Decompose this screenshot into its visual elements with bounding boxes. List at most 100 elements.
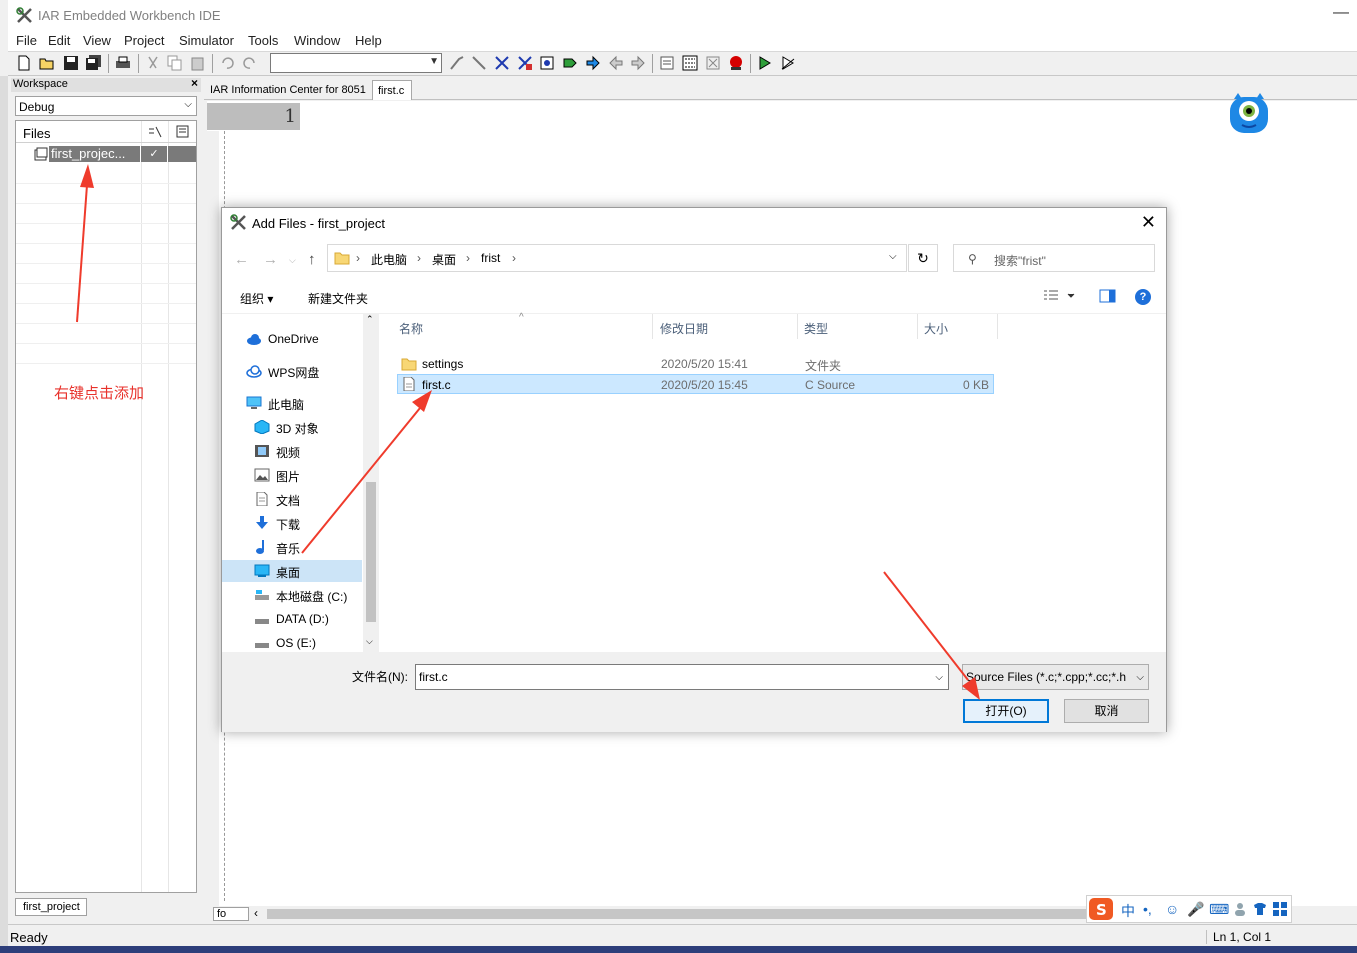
recent-locations-icon[interactable]: ⌵ xyxy=(289,255,296,266)
menu-simulator[interactable]: Simulator xyxy=(179,33,234,48)
ime-skin-icon[interactable] xyxy=(1253,902,1267,916)
find-prev-icon[interactable] xyxy=(471,55,487,71)
nav-item-3d-objects[interactable]: 3D 对象 xyxy=(222,416,362,438)
back-arrow-icon[interactable]: ← xyxy=(234,251,249,268)
workspace-tab[interactable]: first_project xyxy=(15,898,87,916)
tab-first-c[interactable]: first.c xyxy=(372,80,412,100)
download-and-debug-icon[interactable] xyxy=(757,55,773,71)
menu-view[interactable]: View xyxy=(83,33,111,48)
go-to-icon[interactable] xyxy=(517,55,533,71)
nav-item-videos[interactable]: 视频 xyxy=(222,440,362,462)
organize-menu[interactable]: 组织 ▾ xyxy=(240,290,273,307)
file-row-settings[interactable]: settings 2020/5/20 15:41 文件夹 xyxy=(397,354,994,374)
find-in-files-icon[interactable] xyxy=(494,55,510,71)
view-options-icon[interactable] xyxy=(1044,290,1076,302)
nav-item-downloads[interactable]: 下载 xyxy=(222,512,362,534)
forward-arrow-icon[interactable]: → xyxy=(263,251,278,268)
nav-scrollbar[interactable]: ⌃ ⌵ xyxy=(363,314,379,652)
redo-icon[interactable] xyxy=(242,55,258,71)
cut-icon[interactable] xyxy=(145,55,161,71)
print-icon[interactable] xyxy=(115,55,131,71)
navigate-back-icon[interactable] xyxy=(608,55,624,71)
nav-item-pictures[interactable]: 图片 xyxy=(222,464,362,486)
help-icon[interactable]: ? xyxy=(1135,289,1151,305)
refresh-button[interactable]: ↻ xyxy=(908,244,938,272)
column-type[interactable]: 类型 xyxy=(804,320,828,337)
nav-item-desktop[interactable]: 桌面 xyxy=(222,560,362,582)
mascot-icon[interactable] xyxy=(1228,91,1270,135)
menu-edit[interactable]: Edit xyxy=(48,33,70,48)
nav-item-music[interactable]: 音乐 xyxy=(222,536,362,558)
chevron-up-icon[interactable]: ⌃ xyxy=(366,314,374,325)
chevron-down-icon[interactable]: ⌵ xyxy=(889,251,897,262)
ime-user-icon[interactable] xyxy=(1233,902,1247,916)
menu-file[interactable]: File xyxy=(16,33,37,48)
menu-tools[interactable]: Tools xyxy=(248,33,278,48)
debug-without-download-icon[interactable] xyxy=(780,55,796,71)
scroll-left-button[interactable]: ‹ xyxy=(254,906,258,920)
chevron-down-icon[interactable]: ⌵ xyxy=(366,636,373,647)
toggle-breakpoint-icon[interactable] xyxy=(728,55,744,71)
tab-information-center[interactable]: IAR Information Center for 8051 xyxy=(210,84,366,96)
ime-voice[interactable]: 🎤 xyxy=(1187,901,1204,918)
paste-icon[interactable] xyxy=(190,55,206,71)
column-modified[interactable]: 修改日期 xyxy=(660,320,708,337)
chevron-down-icon[interactable]: ⌵ xyxy=(935,672,943,683)
next-bookmark-icon[interactable] xyxy=(562,55,578,71)
nav-item-documents[interactable]: 文档 xyxy=(222,488,362,510)
configuration-select[interactable]: Debug ⌵ xyxy=(15,96,197,116)
column-size[interactable]: 大小 xyxy=(924,320,948,337)
sogou-logo-icon[interactable]: S xyxy=(1089,898,1113,920)
nav-item-drive-d[interactable]: DATA (D:) xyxy=(222,608,362,630)
breadcrumb-frist[interactable]: frist xyxy=(481,251,500,265)
column-name[interactable]: 名称 xyxy=(399,320,423,337)
save-all-icon[interactable] xyxy=(86,55,102,71)
nav-item-onedrive[interactable]: OneDrive xyxy=(222,328,362,350)
ime-punctuation[interactable]: •, xyxy=(1143,901,1152,917)
open-button[interactable]: 打开(O) xyxy=(963,699,1049,723)
address-bar[interactable]: › 此电脑 › 桌面 › frist › ⌵ xyxy=(327,244,907,272)
menu-window[interactable]: Window xyxy=(294,33,340,48)
search-box[interactable]: ⚲ 搜索"frist" xyxy=(953,244,1155,272)
cancel-button[interactable]: 取消 xyxy=(1064,699,1149,723)
ime-toolbar[interactable]: S 中 •, ☺ 🎤 ⌨ xyxy=(1086,895,1292,923)
minimize-button[interactable]: — xyxy=(1333,4,1349,22)
ime-toolbox-icon[interactable] xyxy=(1273,902,1287,916)
new-file-icon[interactable] xyxy=(16,55,32,71)
nav-item-drive-e[interactable]: OS (E:) xyxy=(222,632,362,654)
stop-build-icon[interactable] xyxy=(705,55,721,71)
workspace-file-tree[interactable]: Files first_projec... ✓ 右键点击添加 xyxy=(15,120,197,893)
workspace-close-button[interactable]: × xyxy=(191,76,198,90)
preview-pane-icon[interactable] xyxy=(1099,289,1116,303)
filename-input[interactable]: first.c ⌵ xyxy=(415,664,949,690)
make-icon[interactable] xyxy=(682,55,698,71)
undo-icon[interactable] xyxy=(219,55,235,71)
ime-chinese-mode[interactable]: 中 xyxy=(1121,901,1135,921)
project-tree-item[interactable]: first_projec... ✓ xyxy=(49,146,196,162)
nav-item-wps[interactable]: WPS网盘 xyxy=(222,360,362,382)
new-folder-button[interactable]: 新建文件夹 xyxy=(308,290,368,307)
dialog-close-button[interactable]: ✕ xyxy=(1141,212,1156,233)
nav-scroll-thumb[interactable] xyxy=(366,482,376,622)
breadcrumb-desktop[interactable]: 桌面 xyxy=(432,251,456,268)
save-icon[interactable] xyxy=(63,55,79,71)
function-field[interactable]: fo xyxy=(213,907,249,921)
navigate-forward-icon[interactable] xyxy=(630,55,646,71)
copy-icon[interactable] xyxy=(167,55,183,71)
ime-emoji[interactable]: ☺ xyxy=(1165,901,1179,917)
breadcrumb-this-pc[interactable]: 此电脑 xyxy=(371,251,407,268)
nav-item-drive-c[interactable]: 本地磁盘 (C:) xyxy=(222,584,362,606)
open-folder-icon[interactable] xyxy=(39,55,55,71)
compile-icon[interactable] xyxy=(659,55,675,71)
menu-help[interactable]: Help xyxy=(355,33,382,48)
bookmark-icon[interactable] xyxy=(539,55,555,71)
up-arrow-icon[interactable]: ↑ xyxy=(308,251,316,268)
file-row-first-c[interactable]: first.c 2020/5/20 15:45 C Source 0 KB xyxy=(397,374,994,394)
find-next-icon[interactable] xyxy=(449,55,465,71)
filetype-select[interactable]: Source Files (*.c;*.cpp;*.cc;*.h ⌵ xyxy=(962,664,1149,690)
nav-item-this-pc[interactable]: 此电脑 xyxy=(222,392,362,414)
menu-project[interactable]: Project xyxy=(124,33,164,48)
find-combo[interactable]: ▼ xyxy=(270,53,442,73)
prev-bookmark-icon[interactable] xyxy=(585,55,601,71)
ime-keyboard[interactable]: ⌨ xyxy=(1209,901,1229,918)
